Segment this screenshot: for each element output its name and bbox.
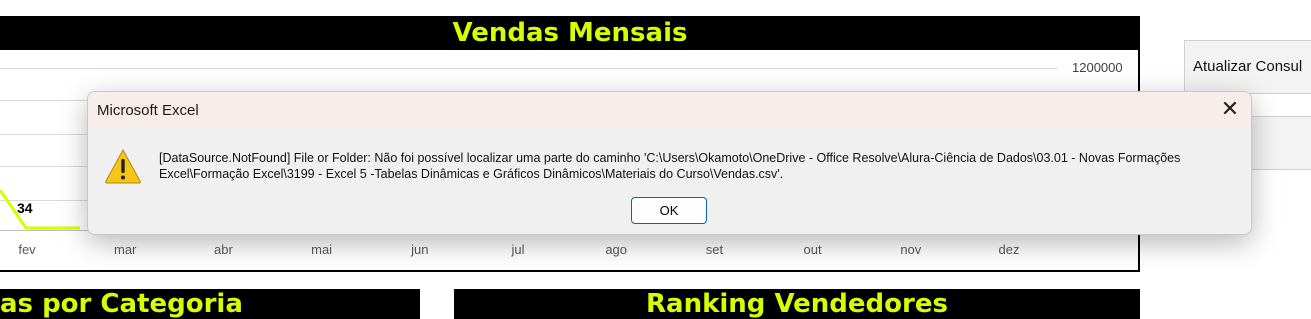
refresh-query-button[interactable]: Atualizar Consul <box>1184 40 1311 94</box>
sales-chart-title: Vendas Mensais <box>0 16 1140 50</box>
x-tick-label: mai <box>311 242 333 257</box>
y-tick-label: 1200000 <box>1072 60 1123 75</box>
ok-button[interactable]: OK <box>631 197 707 224</box>
dialog-message: [DataSource.NotFound] File or Folder: Nã… <box>159 151 1181 181</box>
dialog-title: Microsoft Excel <box>97 102 199 119</box>
category-chart-title: as por Categoria <box>0 289 420 319</box>
sales-series-line <box>0 189 80 230</box>
x-tick-label: out <box>803 242 822 257</box>
warning-icon <box>105 148 141 184</box>
gridline <box>0 68 1058 69</box>
ranking-chart-title: Ranking Vendedores <box>454 289 1140 319</box>
dialog-titlebar: Microsoft Excel ✕ <box>88 92 1251 128</box>
x-tick-label: nov <box>900 242 922 257</box>
close-icon: ✕ <box>1220 96 1240 121</box>
close-button[interactable]: ✕ <box>1209 92 1251 128</box>
x-tick-label: jul <box>511 242 525 257</box>
x-tick-label: jun <box>411 242 429 257</box>
x-tick-label: dez <box>998 242 1020 257</box>
error-dialog: Microsoft Excel ✕ [DataSource.NotFound] … <box>87 91 1252 235</box>
x-tick-label: set <box>705 242 724 257</box>
x-tick-label: ago <box>605 242 628 257</box>
data-label-fev: 34 <box>17 200 33 216</box>
x-tick-label: mar <box>113 242 137 257</box>
x-tick-label: fev <box>18 242 36 257</box>
x-tick-label: abr <box>213 242 233 257</box>
